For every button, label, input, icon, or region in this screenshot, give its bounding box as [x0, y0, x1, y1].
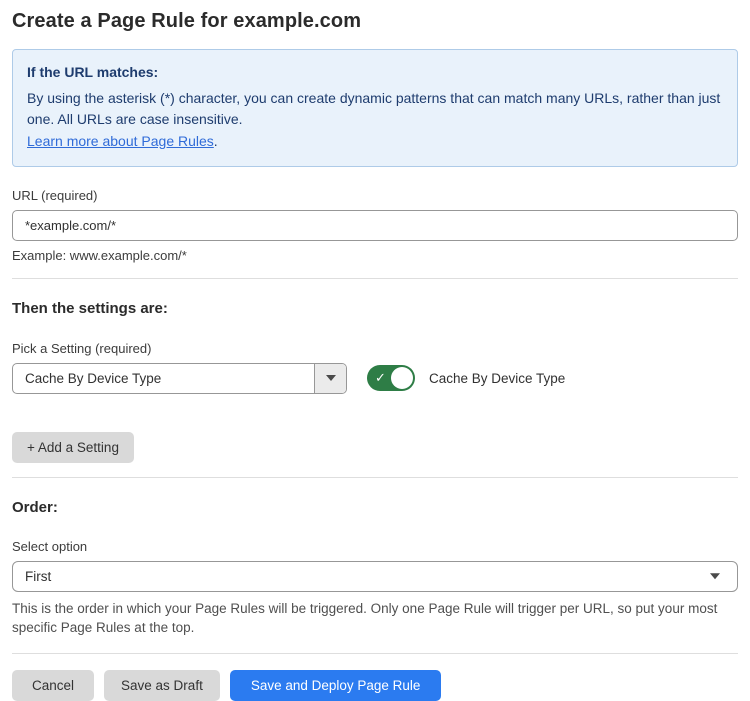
setting-select-arrow-button[interactable] — [314, 364, 346, 393]
save-as-draft-button[interactable]: Save as Draft — [104, 670, 220, 701]
toggle-knob — [391, 367, 413, 389]
pick-setting-label: Pick a Setting (required) — [12, 341, 738, 356]
divider — [12, 653, 738, 654]
setting-select[interactable]: Cache By Device Type — [12, 363, 347, 394]
info-box-body: By using the asterisk (*) character, you… — [27, 88, 723, 131]
create-page-rule-form: Create a Page Rule for example.com If th… — [0, 0, 750, 701]
order-help-text: This is the order in which your Page Rul… — [12, 599, 732, 638]
toggle-label: Cache By Device Type — [429, 371, 565, 386]
page-title: Create a Page Rule for example.com — [12, 10, 738, 33]
chevron-down-icon — [710, 574, 720, 580]
order-select[interactable]: First — [12, 561, 738, 592]
order-section-heading: Order: — [12, 499, 738, 516]
info-box-heading: If the URL matches: — [27, 62, 723, 84]
url-input[interactable] — [12, 210, 738, 241]
cache-device-toggle[interactable]: ✓ — [367, 365, 415, 391]
url-field-label: URL (required) — [12, 188, 738, 203]
order-select-value: First — [25, 569, 51, 584]
url-example-hint: Example: www.example.com/* — [12, 248, 738, 263]
chevron-down-icon — [326, 375, 336, 381]
url-match-info-box: If the URL matches: By using the asteris… — [12, 49, 738, 167]
divider — [12, 477, 738, 478]
order-select-label: Select option — [12, 539, 738, 554]
save-and-deploy-button[interactable]: Save and Deploy Page Rule — [230, 670, 442, 701]
divider — [12, 278, 738, 279]
setting-row: Cache By Device Type ✓ Cache By Device T… — [12, 363, 738, 394]
info-link-line: Learn more about Page Rules. — [27, 131, 723, 153]
learn-more-link[interactable]: Learn more about Page Rules — [27, 133, 214, 149]
check-icon: ✓ — [375, 371, 386, 384]
setting-select-value: Cache By Device Type — [13, 364, 314, 393]
footer-actions: Cancel Save as Draft Save and Deploy Pag… — [12, 670, 738, 701]
link-suffix: . — [214, 133, 218, 149]
cancel-button[interactable]: Cancel — [12, 670, 94, 701]
settings-section-heading: Then the settings are: — [12, 300, 738, 317]
add-setting-button[interactable]: + Add a Setting — [12, 432, 134, 463]
